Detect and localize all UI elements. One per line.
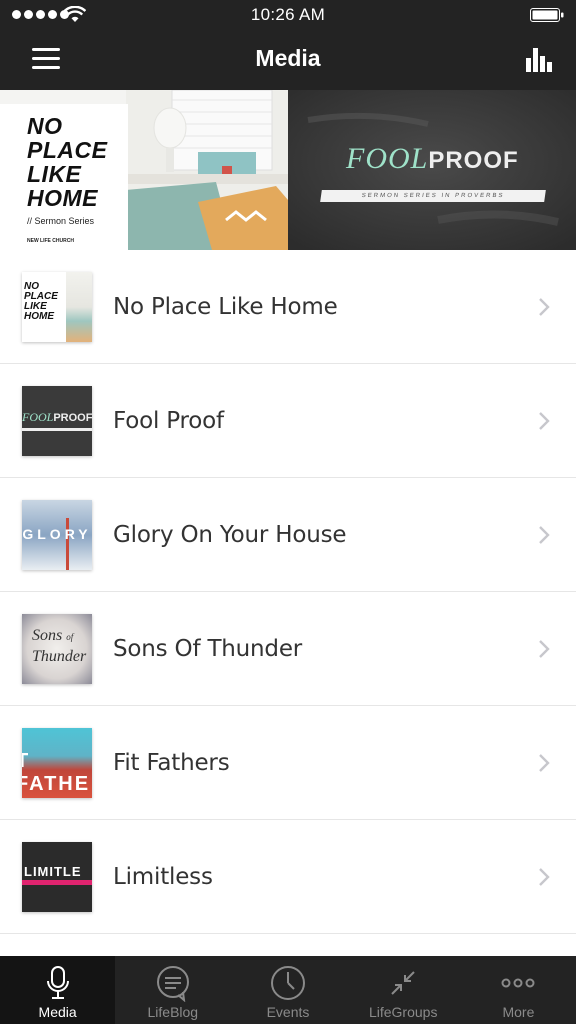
poster-title-line: LIKE [27,161,82,187]
series-title: Fit Fathers [113,750,230,776]
poster-title-line: PLACE [27,137,108,163]
chevron-right-icon [539,526,550,544]
status-bar: 10:26 AM [0,0,576,30]
list-item[interactable]: LIMITLE Limitless [0,820,576,934]
thumbnail-text: LIMITLE [24,864,82,879]
tab-label: Media [38,1004,77,1020]
poster-subtitle: // Sermon Series [27,216,95,226]
series-thumbnail: FOOLPROOF [22,386,92,456]
chevron-right-icon [539,298,550,316]
series-thumbnail: GLORY [22,500,92,570]
page-title: Media [255,45,321,71]
series-title: Fool Proof [113,408,224,434]
tab-lifegroups[interactable]: LifeGroups [346,956,461,1024]
tab-media[interactable]: Media [0,956,116,1024]
thumbnail-text: Sons of Thunder [32,627,87,665]
thumbnail-text: GLORY [22,526,92,542]
tab-label: Events [266,1004,310,1020]
series-thumbnail: T FATHE [22,728,92,798]
tab-lifeblog[interactable]: LifeBlog [115,956,230,1024]
series-list: NO PLACE LIKE HOME No Place Like Home FOOLP… [0,250,576,934]
list-item[interactable]: NO PLACE LIKE HOME No Place Like Home [0,250,576,364]
battery-icon [530,8,564,22]
chevron-right-icon [539,754,550,772]
chat-bubble-icon [156,966,189,1002]
series-thumbnail: Sons of Thunder [22,614,92,684]
poster-title-line: HOME [27,185,98,211]
clock-icon [271,966,305,1000]
featured-series-no-place-like-home[interactable]: NO PLACE LIKE HOME // Sermon Series NEW … [0,90,288,250]
series-title: No Place Like Home [113,294,338,320]
fool-proof-title: FOOLPROOF [346,142,519,175]
featured-series-fool-proof[interactable]: FOOLPROOF SERMON SERIES IN PROVERBS [288,90,576,250]
list-item[interactable]: Sons of Thunder Sons Of Thunder [0,592,576,706]
thumbnail-text: FOOLPROOF [22,410,92,424]
featured-banner: NO PLACE LIKE HOME // Sermon Series NEW … [0,90,576,250]
chevron-right-icon [539,412,550,430]
list-item[interactable]: GLORY Glory On Your House [0,478,576,592]
status-time: 10:26 AM [250,5,326,24]
thumbnail-text: NO PLACE LIKE HOME [24,281,58,322]
list-item[interactable]: FOOLPROOF Fool Proof [0,364,576,478]
chevron-right-icon [539,640,550,658]
navigation-bar: Media [0,30,576,90]
tab-label: More [502,1004,535,1020]
poster-church-name: NEW LIFE CHURCH [27,238,74,244]
tab-label: LifeGroups [368,1004,438,1020]
arrows-inward-icon [391,971,415,995]
series-title: Sons Of Thunder [113,636,303,662]
tab-more[interactable]: More [461,956,576,1024]
thumbnail-text: T FATHE [22,750,91,795]
microphone-icon [46,966,69,999]
bar-chart-icon[interactable] [524,44,554,74]
series-title: Glory On Your House [113,522,347,548]
tab-label: LifeBlog [147,1004,199,1020]
more-dots-icon [501,978,535,988]
list-item[interactable]: T FATHE Fit Fathers [0,706,576,820]
poster-text-block: NO PLACE LIKE HOME // Sermon Series NEW … [0,104,128,250]
series-thumbnail: NO PLACE LIKE HOME [22,272,92,342]
poster-title-line: NO [27,113,63,139]
chevron-right-icon [539,868,550,886]
living-room-photo [126,90,288,250]
series-thumbnail: LIMITLE [22,842,92,912]
series-title: Limitless [113,864,213,890]
fool-proof-strip: SERMON SERIES IN PROVERBS [320,190,546,202]
tab-events[interactable]: Events [230,956,345,1024]
tab-bar: Media LifeBlog Events LifeGroups More [0,956,576,1024]
